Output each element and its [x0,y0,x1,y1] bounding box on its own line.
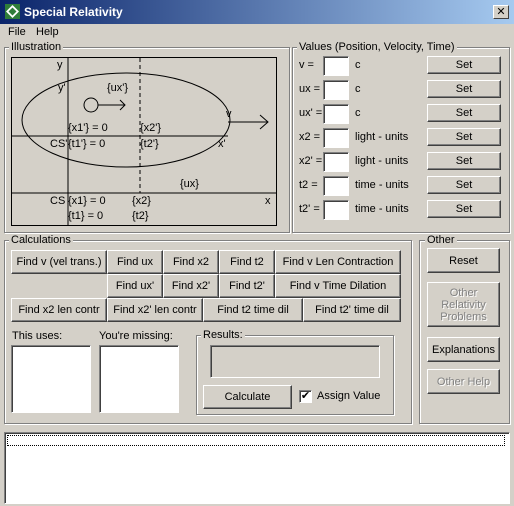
value-input-x2-prime[interactable] [323,152,349,172]
value-unit-x2-prime: light - units [355,155,409,167]
value-unit-ux: c [355,83,361,95]
find-ux-button[interactable]: Find ux [107,250,163,274]
v-label: v [226,108,232,120]
find-ux-prime-button[interactable]: Find ux' [107,274,163,298]
ux-label: {ux} [180,178,199,190]
illustration-canvas: y y' {ux'} v {x1'} = 0 {x2'} CS' {t1'} =… [11,57,277,226]
illustration-group-title: Illustration [9,41,64,53]
value-label-ux: ux = [299,83,321,95]
value-label-t2-prime: t2' = [299,203,320,215]
value-input-t2[interactable] [323,176,349,196]
window-title: Special Relativity [24,5,123,19]
x-axis-label: x [265,195,271,207]
find-x2-prime-button[interactable]: Find x2' [163,274,219,298]
assign-value-label: Assign Value [317,390,381,402]
menu-file[interactable]: File [8,26,26,38]
this-uses-box [11,345,91,413]
find-v-len-contraction-button[interactable]: Find v Len Contraction [275,250,401,274]
calculate-button[interactable]: Calculate [203,385,292,409]
set-t2-prime-button[interactable]: Set [427,200,501,218]
close-icon: ✕ [496,6,506,18]
cs-label: CS [50,195,66,207]
find-t2-button[interactable]: Find t2 [219,250,275,274]
value-label-ux-prime: ux' = [299,107,323,119]
menu-bar [0,24,514,42]
set-t2-button[interactable]: Set [427,176,501,194]
t2-label: {t2} [132,210,149,222]
x2-label: {x2} [132,195,151,207]
other-help-button[interactable]: Other Help [427,369,500,394]
value-input-t2-prime[interactable] [323,200,349,220]
results-output [210,345,380,378]
y-prime-axis-label: y' [58,82,66,94]
find-x2-len-contr-button[interactable]: Find x2 len contr [11,298,107,322]
output-text-first-line [7,435,505,446]
value-unit-v: c [355,59,361,71]
output-text-area[interactable] [4,432,510,504]
explanations-button[interactable]: Explanations [427,337,500,362]
youre-missing-box [99,345,179,413]
other-relativity-problems-button[interactable]: Other Relativity Problems [427,282,500,327]
value-label-t2: t2 = [299,179,318,191]
app-icon [5,4,20,19]
find-x2-prime-len-contr-button[interactable]: Find x2' len contr [107,298,203,322]
find-v-time-dilation-button[interactable]: Find v Time Dilation [275,274,401,298]
find-x2-button[interactable]: Find x2 [163,250,219,274]
cs-prime-label: CS' [50,138,68,150]
value-input-v[interactable] [323,56,349,76]
reset-button[interactable]: Reset [427,248,500,273]
calculations-group-title: Calculations [9,234,73,246]
other-group-title: Other [425,234,457,246]
title-bar: Special Relativity ✕ [0,0,514,24]
y-axis-label: y [57,59,63,71]
find-t2-prime-button[interactable]: Find t2' [219,274,275,298]
results-group-title: Results: [201,329,245,341]
set-x2-prime-button[interactable]: Set [427,152,501,170]
set-x2-button[interactable]: Set [427,128,501,146]
ux-prime-label: {ux'} [107,82,129,94]
x-prime-axis-label: x' [218,138,226,150]
values-group-title: Values (Position, Velocity, Time) [297,41,457,53]
find-v-vel-trans-button[interactable]: Find v (vel trans.) [11,250,107,274]
x1-label: {x1} = 0 [68,195,106,207]
value-label-x2: x2 = [299,131,321,143]
value-label-x2-prime: x2' = [299,155,323,167]
x2-prime-label: {x2'} [140,122,162,134]
youre-missing-label: You're missing: [99,330,173,342]
value-input-ux[interactable] [323,80,349,100]
value-unit-t2-prime: time - units [355,203,409,215]
set-v-button[interactable]: Set [427,56,501,74]
value-unit-ux-prime: c [355,107,361,119]
assign-value-checkbox[interactable]: ✔ [299,390,312,403]
find-t2-prime-time-dil-button[interactable]: Find t2' time dil [303,298,401,322]
x1-prime-label: {x1'} = 0 [68,122,108,134]
value-input-ux-prime[interactable] [323,104,349,124]
t2-prime-label: {t2'} [140,138,159,150]
value-input-x2[interactable] [323,128,349,148]
set-ux-prime-button[interactable]: Set [427,104,501,122]
this-uses-label: This uses: [12,330,63,342]
value-unit-t2: time - units [355,179,409,191]
set-ux-button[interactable]: Set [427,80,501,98]
value-unit-x2: light - units [355,131,409,143]
menu-help[interactable]: Help [36,26,59,38]
t1-label: {t1} = 0 [68,210,104,222]
find-t2-time-dil-button[interactable]: Find t2 time dil [203,298,303,322]
value-label-v: v = [299,59,314,71]
close-button[interactable]: ✕ [493,5,509,19]
t1-prime-label: {t1'} = 0 [68,138,106,150]
